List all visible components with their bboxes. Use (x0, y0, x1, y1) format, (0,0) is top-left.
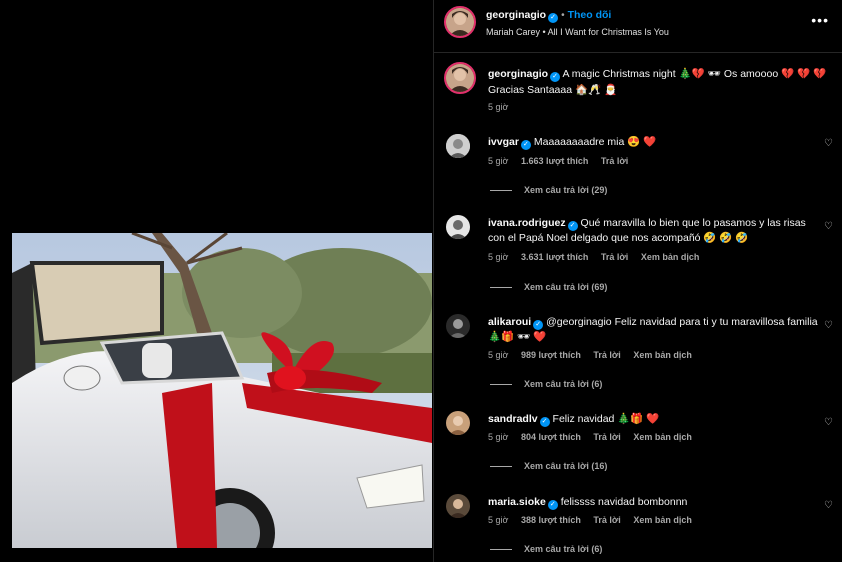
post-header: georginagio ✓ • Theo dõi Mariah Carey • All… (434, 0, 842, 53)
translate-button[interactable]: Xem bản dịch (633, 350, 692, 360)
commenter-avatar[interactable] (446, 411, 470, 435)
comment-likes[interactable]: 3.631 lượt thích (521, 252, 588, 262)
comment-meta: 5 giờ 1.663 lượt thích Trả lời (488, 156, 638, 166)
comment-text: ivana.rodriguez ✓ Qué maravilla lo bien q… (488, 216, 818, 246)
translate-button[interactable]: Xem bản dịch (633, 432, 692, 442)
song-label[interactable]: Mariah Carey • All I Want for Christmas … (486, 27, 669, 37)
replies-divider (490, 190, 512, 192)
view-replies-label: Xem câu trả lời (16) (524, 461, 608, 471)
verified-badge-icon: ✓ (550, 72, 561, 82)
comment-meta: 5 giờ 388 lượt thích Trả lời Xem bản dịc… (488, 515, 702, 525)
verified-badge-icon: ✓ (567, 221, 578, 231)
replies-divider (490, 287, 512, 289)
separator-dot: • (561, 10, 565, 21)
view-replies-button[interactable]: Xem câu trả lời (6) (490, 379, 602, 389)
comment-likes[interactable]: 989 lượt thích (521, 350, 581, 360)
comment-body: felissss navidad bombonnn (560, 496, 688, 508)
comment-text: sandradlv ✓ Feliz navidad 🎄🎁 ❤️ (488, 412, 818, 427)
reply-button[interactable]: Trả lời (601, 156, 628, 166)
caption-text: georginagio ✓ A magic Christmas night 🎄💔 … (488, 66, 828, 98)
commenter-username[interactable]: alikaroui (488, 316, 531, 328)
view-replies-button[interactable]: Xem câu trả lời (6) (490, 544, 602, 554)
comment-time[interactable]: 5 giờ (488, 432, 508, 442)
comment-text: ivvgar ✓ Maaaaaaaadre mia 😍 ❤️ (488, 135, 818, 150)
comments-panel: georginagio ✓ • Theo dõi Mariah Carey • All… (433, 0, 842, 562)
caption-avatar[interactable] (444, 62, 476, 94)
post-media-area (0, 0, 432, 562)
view-replies-label: Xem câu trả lời (6) (524, 544, 603, 554)
commenter-avatar[interactable] (446, 215, 470, 239)
heart-icon[interactable]: ♡ (824, 138, 833, 149)
author-avatar[interactable] (444, 6, 476, 38)
replies-divider (490, 549, 512, 551)
heart-icon[interactable]: ♡ (824, 320, 833, 331)
replies-divider (490, 384, 512, 386)
car-with-bow-image (12, 233, 432, 548)
view-replies-label: Xem câu trả lời (69) (524, 282, 608, 292)
view-replies-button[interactable]: Xem câu trả lời (29) (490, 185, 607, 195)
comment-text: maria.sioke ✓ felissss navidad bombonnn (488, 495, 818, 510)
caption-time[interactable]: 5 giờ (488, 102, 508, 112)
heart-icon[interactable]: ♡ (824, 500, 833, 511)
view-replies-label: Xem câu trả lời (6) (524, 379, 603, 389)
author-line: georginagio ✓ • Theo dõi (486, 9, 611, 23)
comment-body: Maaaaaaaadre mia 😍 ❤️ (533, 136, 657, 148)
comment-text: alikaroui ✓ @georginagio Feliz navidad pa… (488, 315, 818, 345)
commenter-avatar[interactable] (446, 314, 470, 338)
reply-button[interactable]: Trả lời (601, 252, 628, 262)
view-replies-label: Xem câu trả lời (29) (524, 185, 608, 195)
verified-badge-icon: ✓ (520, 140, 531, 150)
heart-icon[interactable]: ♡ (824, 417, 833, 428)
translate-button[interactable]: Xem bản dịch (641, 252, 700, 262)
reply-button[interactable]: Trả lời (593, 515, 620, 525)
reply-button[interactable]: Trả lời (593, 350, 620, 360)
heart-icon[interactable]: ♡ (824, 221, 833, 232)
commenter-avatar[interactable] (446, 134, 470, 158)
comment-meta: 5 giờ 3.631 lượt thích Trả lời Xem bản d… (488, 252, 709, 262)
author-username[interactable]: georginagio (486, 9, 546, 21)
verified-badge-icon: ✓ (539, 417, 550, 427)
comment-time[interactable]: 5 giờ (488, 350, 508, 360)
comment-likes[interactable]: 388 lượt thích (521, 515, 581, 525)
comment-likes[interactable]: 804 lượt thích (521, 432, 581, 442)
post-photo[interactable] (12, 233, 432, 548)
replies-divider (490, 466, 512, 468)
verified-badge-icon: ✓ (533, 320, 544, 330)
more-options-icon[interactable]: ••• (811, 12, 829, 28)
commenter-username[interactable]: ivvgar (488, 136, 519, 148)
comment-body: Feliz navidad 🎄🎁 ❤️ (552, 413, 660, 425)
commenter-avatar[interactable] (446, 494, 470, 518)
verified-badge-icon: ✓ (547, 500, 558, 510)
comment-time[interactable]: 5 giờ (488, 156, 508, 166)
follow-button[interactable]: Theo dõi (568, 9, 612, 21)
caption-username[interactable]: georginagio (488, 68, 548, 80)
view-replies-button[interactable]: Xem câu trả lời (69) (490, 282, 607, 292)
comment-meta: 5 giờ 804 lượt thích Trả lời Xem bản dịc… (488, 432, 702, 442)
view-replies-button[interactable]: Xem câu trả lời (16) (490, 461, 607, 471)
verified-badge-icon: ✓ (548, 13, 559, 23)
reply-button[interactable]: Trả lời (593, 432, 620, 442)
comment-meta: 5 giờ 989 lượt thích Trả lời Xem bản dịc… (488, 350, 702, 360)
comment-likes[interactable]: 1.663 lượt thích (521, 156, 588, 166)
translate-button[interactable]: Xem bản dịch (633, 515, 692, 525)
commenter-username[interactable]: sandradlv (488, 413, 538, 425)
comment-time[interactable]: 5 giờ (488, 515, 508, 525)
commenter-username[interactable]: ivana.rodriguez (488, 217, 566, 229)
commenter-username[interactable]: maria.sioke (488, 496, 546, 508)
comment-time[interactable]: 5 giờ (488, 252, 508, 262)
